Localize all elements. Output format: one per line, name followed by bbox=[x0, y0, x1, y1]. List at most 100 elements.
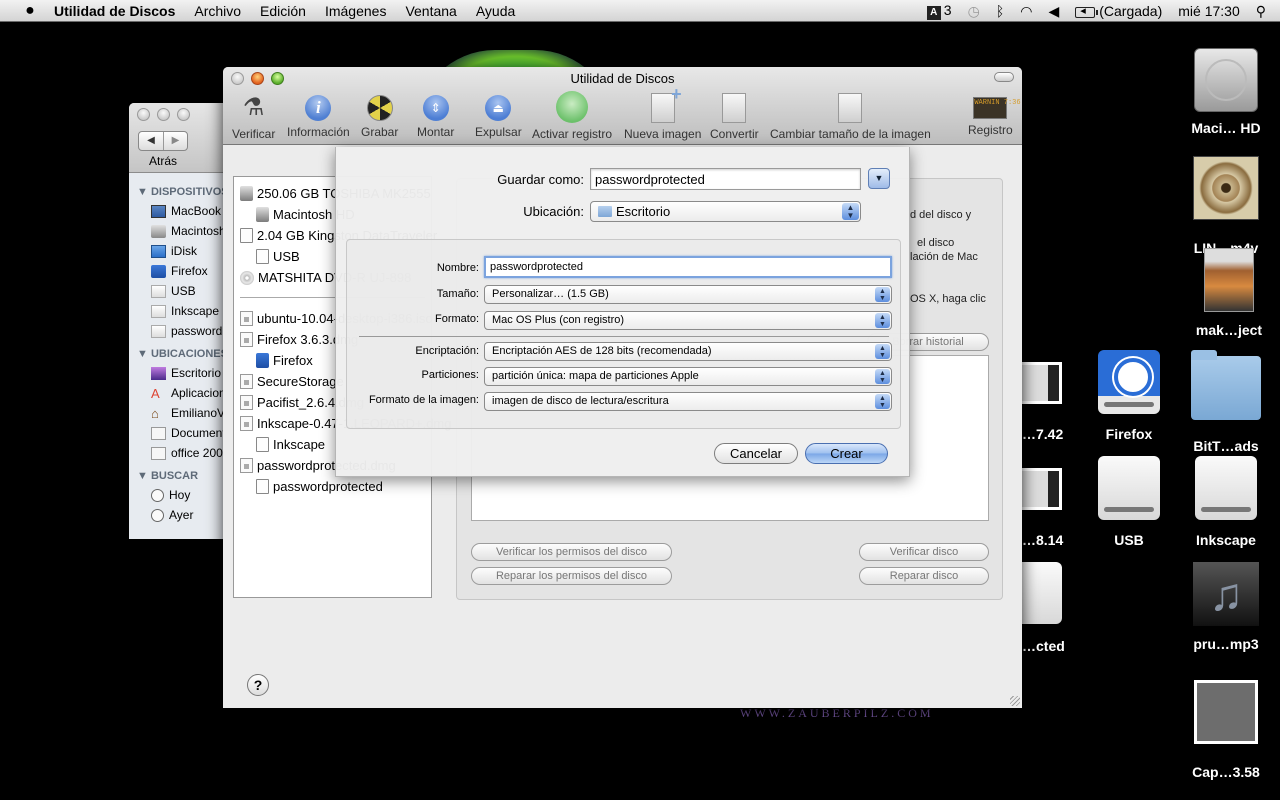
toolbar-resize-button[interactable]: Cambiar tamaño de la imagen bbox=[770, 93, 931, 141]
close-button[interactable] bbox=[137, 108, 150, 121]
menu-ventana[interactable]: Ventana bbox=[405, 3, 456, 19]
sidebar-item-macintosh-hd[interactable]: Macintosh HD bbox=[129, 221, 229, 241]
removable-drive-icon bbox=[256, 249, 269, 264]
battery-icon bbox=[1075, 4, 1099, 18]
sidebar-item-ayer[interactable]: Ayer bbox=[129, 505, 229, 525]
image-item[interactable]: passwordprotected bbox=[234, 476, 431, 497]
toolbar-burn-button[interactable]: Grabar bbox=[361, 93, 398, 139]
expand-dialog-button[interactable]: ▼ bbox=[868, 168, 890, 189]
back-button[interactable]: ◀ bbox=[139, 132, 163, 150]
help-button[interactable]: ? bbox=[247, 674, 269, 696]
sidebar-item-office[interactable]: office 2008 bbox=[129, 443, 229, 463]
minimize-button[interactable] bbox=[157, 108, 170, 121]
menu-imagenes[interactable]: Imágenes bbox=[325, 3, 386, 19]
menu-edicion[interactable]: Edición bbox=[260, 3, 306, 19]
toolbar-toggle-button[interactable] bbox=[994, 72, 1014, 82]
document-icon bbox=[1204, 248, 1254, 312]
cancel-button[interactable]: Cancelar bbox=[714, 443, 798, 464]
sidebar-section-places[interactable]: ▼ UBICACIONES bbox=[129, 345, 229, 363]
sidebar-item-hoy[interactable]: Hoy bbox=[129, 485, 229, 505]
spotlight-icon[interactable]: ⚲ bbox=[1256, 3, 1266, 20]
name-input[interactable] bbox=[484, 256, 892, 278]
time-machine-icon[interactable]: ◷ bbox=[968, 3, 980, 20]
sidebar-item-inkscape[interactable]: Inkscape bbox=[129, 301, 229, 321]
options-separator bbox=[359, 336, 889, 337]
sidebar-item-idisk[interactable]: iDisk bbox=[129, 241, 229, 261]
desktop-icon-capture[interactable]: Cap…3.58 bbox=[1181, 670, 1271, 780]
create-button[interactable]: Crear bbox=[805, 443, 888, 464]
select-arrows-icon: ▲ ▼ bbox=[875, 394, 890, 409]
desktop-icon-passwordprotected[interactable]: …cted bbox=[1022, 562, 1065, 654]
back-forward-control: ◀ ▶ bbox=[138, 131, 188, 151]
sidebar-item-aplicaciones[interactable]: AAplicaciones bbox=[129, 383, 229, 403]
apple-logo-icon[interactable]: ● bbox=[20, 2, 40, 20]
toolbar-journal-button[interactable]: Activar registro bbox=[532, 91, 612, 141]
toolbar-log-button[interactable]: WARNIN 7:36 Registro bbox=[968, 93, 1021, 137]
resize-grip[interactable] bbox=[1010, 696, 1020, 706]
volume-icon[interactable]: ◀ bbox=[1048, 3, 1059, 20]
firefox-volume-icon bbox=[256, 353, 269, 368]
sidebar-item-escritorio[interactable]: Escritorio bbox=[129, 363, 229, 383]
partitions-select[interactable]: partición única: mapa de particiones App… bbox=[484, 367, 892, 386]
menu-ayuda[interactable]: Ayuda bbox=[476, 3, 515, 19]
battery-status[interactable]: (Cargada) bbox=[1075, 3, 1162, 19]
desktop-icon-screenshot-2[interactable]: …8.14 bbox=[1022, 468, 1063, 548]
sidebar-section-devices[interactable]: ▼ DISPOSITIVOS bbox=[129, 183, 229, 201]
clock[interactable]: mié 17:30 bbox=[1178, 3, 1239, 19]
desktop-icon-macintosh-hd[interactable]: Maci… HD bbox=[1181, 48, 1271, 136]
menu-archivo[interactable]: Archivo bbox=[194, 3, 241, 19]
toolbar-convert-button[interactable]: Convertir bbox=[710, 93, 759, 141]
disk-image-icon bbox=[240, 332, 253, 347]
encryption-select[interactable]: Encriptación AES de 128 bits (recomendad… bbox=[484, 342, 892, 361]
desktop-icon-movie[interactable]: LIN…m4v bbox=[1181, 146, 1271, 256]
sidebar-item-macbook[interactable]: MacBook bbox=[129, 201, 229, 221]
clock-icon bbox=[151, 508, 164, 522]
desktop-icon-inkscape[interactable]: Inkscape bbox=[1181, 456, 1271, 548]
desktop-icon-usb[interactable]: USB bbox=[1084, 456, 1174, 548]
adobe-status[interactable]: A3 bbox=[926, 2, 952, 20]
encryption-label: Encriptación: bbox=[415, 345, 479, 357]
music-file-icon: ♫ bbox=[1193, 562, 1259, 626]
disk-image-icon bbox=[240, 395, 253, 410]
image-format-select[interactable]: imagen de disco de lectura/escritura ▲ ▼ bbox=[484, 392, 892, 411]
hard-drive-icon bbox=[1194, 48, 1258, 112]
documents-icon bbox=[151, 426, 166, 440]
desktop-icon-document[interactable]: mak…ject bbox=[1184, 248, 1274, 338]
location-select[interactable]: Escritorio ▲ ▼ bbox=[590, 201, 861, 222]
toolbar-mount-button[interactable]: ⇕ Montar bbox=[417, 93, 454, 139]
removable-drive-icon bbox=[1022, 562, 1062, 624]
sidebar-section-search[interactable]: ▼ BUSCAR bbox=[129, 467, 229, 485]
forward-button[interactable]: ▶ bbox=[163, 132, 187, 150]
sidebar-item-usb[interactable]: USB bbox=[129, 281, 229, 301]
chevron-down-icon: ▼ bbox=[874, 173, 884, 183]
toolbar-info-button[interactable]: i Información bbox=[287, 93, 350, 139]
sidebar-item-home[interactable]: ⌂ EmilianoV bbox=[129, 403, 229, 423]
bluetooth-icon[interactable]: ᛒ bbox=[996, 3, 1004, 19]
movie-file-icon bbox=[1193, 156, 1259, 220]
desktop-icon-screenshot-1[interactable]: …7.42 bbox=[1022, 362, 1063, 442]
desktop-icon-folder[interactable]: BitT…ads bbox=[1181, 350, 1271, 454]
toolbar-eject-button[interactable]: ⏏ Expulsar bbox=[475, 93, 522, 139]
sidebar-item-firefox[interactable]: Firefox bbox=[129, 261, 229, 281]
toolbar-new-image-button[interactable]: Nueva imagen bbox=[624, 84, 701, 141]
sidebar-item-documentos[interactable]: Documentos bbox=[129, 423, 229, 443]
repair-disk-button[interactable]: Reparar disco bbox=[859, 567, 989, 585]
verify-permissions-button[interactable]: Verificar los permisos del disco bbox=[471, 543, 672, 561]
menu-app-name[interactable]: Utilidad de Discos bbox=[54, 3, 175, 19]
window-title: Utilidad de Discos bbox=[570, 71, 675, 86]
adobe-icon: A bbox=[926, 6, 941, 20]
wifi-icon[interactable]: ◠ bbox=[1020, 3, 1032, 20]
sidebar-item-passwordprotected[interactable]: passwordprotected bbox=[129, 321, 229, 341]
size-select[interactable]: Personalizar… (1.5 GB) ▲ ▼ bbox=[484, 285, 892, 304]
save-as-input[interactable] bbox=[590, 168, 861, 190]
zoom-button[interactable] bbox=[177, 108, 190, 121]
screenshot-icon bbox=[1022, 468, 1062, 510]
verify-disk-button[interactable]: Verificar disco bbox=[859, 543, 989, 561]
desktop-icon-firefox[interactable]: Firefox bbox=[1084, 350, 1174, 442]
select-arrows-icon: ▲ ▼ bbox=[875, 313, 890, 328]
repair-permissions-button[interactable]: Reparar los permisos del disco bbox=[471, 567, 672, 585]
desktop-icon-mp3[interactable]: ♫ pru…mp3 bbox=[1181, 562, 1271, 652]
format-select[interactable]: Mac OS Plus (con registro) ▲ ▼ bbox=[484, 311, 892, 330]
removable-drive-icon bbox=[151, 304, 166, 318]
toolbar-verify-button[interactable]: ⚗ Verificar bbox=[232, 93, 275, 141]
